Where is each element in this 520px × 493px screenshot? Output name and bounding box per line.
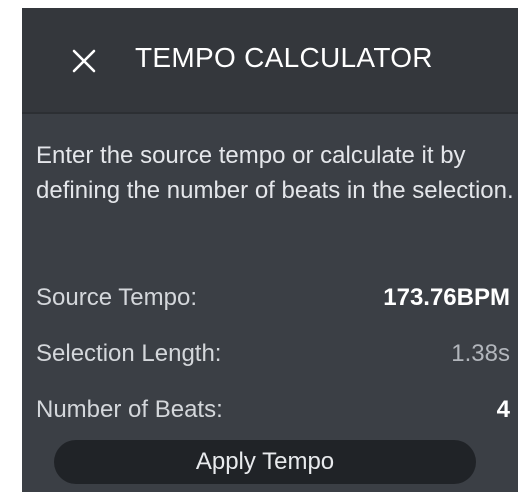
source-tempo-label: Source Tempo: — [36, 284, 197, 311]
selection-length-label: Selection Length: — [36, 340, 222, 367]
selection-length-value: 1.38s — [451, 340, 510, 367]
apply-tempo-button[interactable]: Apply Tempo — [54, 440, 476, 484]
selection-length-row: Selection Length: 1.38s — [36, 336, 510, 372]
number-of-beats-label: Number of Beats: — [36, 396, 223, 423]
description-text: Enter the source tempo or calculate it b… — [36, 142, 514, 204]
source-tempo-row: Source Tempo: 173.76BPM — [36, 280, 510, 316]
number-of-beats-value[interactable]: 4 — [497, 396, 510, 424]
close-button[interactable] — [64, 41, 104, 81]
source-tempo-value[interactable]: 173.76BPM — [383, 284, 510, 312]
close-icon — [72, 49, 96, 73]
number-of-beats-row: Number of Beats: 4 — [36, 392, 510, 428]
panel-header: TEMPO CALCULATOR — [22, 8, 518, 114]
panel-title: TEMPO CALCULATOR — [135, 42, 433, 73]
tempo-calculator-panel: TEMPO CALCULATOR Enter the source tempo … — [22, 8, 518, 492]
